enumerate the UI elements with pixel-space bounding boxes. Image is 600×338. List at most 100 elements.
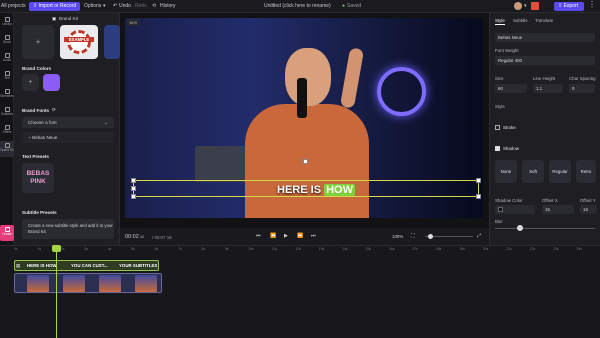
rail-filters[interactable]: Filters [0,123,14,139]
blur-slider[interactable] [495,228,595,229]
tab-subtitle[interactable]: Subtitle [513,18,528,23]
caption-track[interactable]: HERE IS HOW YOU CAN CUST... YOUR SUBTITL… [14,260,159,271]
saved-icon: ● [342,3,346,9]
skip-forward-icon[interactable]: ⏭ [311,233,316,239]
avatar-chevron-icon[interactable]: ▾ [524,3,527,9]
ruler-tick: 10s [248,247,254,251]
import-record-button[interactable]: ⇪ Import or Record [29,2,81,11]
undo-icon[interactable]: ↶ [113,3,117,9]
font-weight-dropdown[interactable]: Regular 400 [495,56,595,65]
rail-stock[interactable]: Stock [0,33,14,49]
resize-handle[interactable] [131,178,136,183]
ruler-tick: 18s [435,247,442,251]
rail-text[interactable]: Text [0,69,14,85]
tab-translate[interactable]: Translate [535,18,553,23]
blur-slider-thumb[interactable] [517,225,523,231]
fast-forward-icon[interactable]: ⏩ [297,233,303,239]
ruler-tick: 12s [295,247,301,251]
notifications-icon[interactable] [531,2,539,10]
shadow-color-swatch [498,207,503,213]
brand-fonts-heading: Brand Fonts [22,108,50,113]
ruler-tick: 15s [365,247,372,251]
tab-style[interactable]: Style [495,18,505,25]
blur-label: Blur [495,219,503,224]
stroke-checkbox[interactable] [495,125,500,130]
video-track[interactable] [14,273,162,293]
rewind-icon[interactable]: ⏪ [270,233,276,239]
brand-kit-panel: Brand Kit ▣ + EXAMPLE Brand Colors + Bra… [14,13,120,245]
char-spacing-label: Char Spacing [569,76,596,81]
timeline-ruler[interactable]: 0s 1s 2s 3s 4s 5s 6s 7s 8s 9s 10s 11s 12s 13s 14s 15s 16… [14,246,600,254]
aspect-ratio-tag[interactable]: 16:9 [127,19,139,26]
shadow-none-button[interactable]: None [495,160,517,183]
subtitle-preset-hint[interactable]: Create a new subtitle style and add it t… [22,219,114,239]
fullscreen-icon[interactable]: ⛶ [411,233,415,239]
resize-handle[interactable] [131,194,136,199]
add-color-button[interactable]: + [22,74,39,91]
rail-audio[interactable]: Audio [0,51,14,67]
video-thumbnail [63,275,85,292]
all-projects-link[interactable]: All projects [1,3,25,9]
logo-example-label: EXAMPLE [64,37,94,42]
font-item[interactable]: ◔ Bebas Neue [22,132,114,143]
logo-example-tile[interactable]: EXAMPLE [60,25,98,59]
resize-handle[interactable] [476,178,481,183]
ruler-tick: 23s [553,247,559,251]
expand-icon[interactable]: ⤢ [477,233,481,239]
text-preset-tile[interactable]: BEBAS PINK [22,163,54,193]
size-input[interactable]: 60 [495,84,527,93]
offset-x-input[interactable]: 15 [542,205,574,214]
redo-button[interactable]: Redo [135,3,147,9]
saved-status: Saved [347,3,362,9]
caption-segment[interactable]: YOU CAN CUST... [71,263,108,268]
rail-library[interactable]: Library [0,15,14,31]
resize-handle[interactable] [476,194,481,199]
avatar[interactable] [514,2,522,10]
ruler-tick: 4s [107,247,112,251]
shadow-retro-button[interactable]: Retro [576,160,596,183]
shadow-regular-button[interactable]: Regular [549,160,571,183]
ruler-tick: 0s [14,247,18,251]
playhead-handle[interactable] [52,245,61,252]
shadow-checkbox[interactable] [495,146,500,151]
rotate-handle[interactable] [303,159,308,164]
export-button[interactable]: ⇧ Export [554,2,584,11]
undo-button[interactable]: Undo [119,3,131,9]
rail-subtitles[interactable]: Subtitles [0,105,14,121]
history-icon[interactable]: ⟲ [152,3,156,9]
brand-color-swatch[interactable] [43,74,60,91]
add-logo-button[interactable]: + [22,25,54,59]
offset-y-input[interactable]: 15 [580,205,597,214]
shadow-soft-button[interactable]: Soft [522,160,544,183]
person-head [285,48,331,106]
ruler-tick: 7s [178,247,182,251]
choose-font-dropdown[interactable]: Choose a font ⌄ [22,117,114,128]
skip-back-icon[interactable]: ⏮ [256,233,261,239]
caption-segment[interactable]: YOUR SUBTITLES [119,263,157,268]
more-menu-icon[interactable]: ⋮ [588,1,596,9]
logo-tile-partial[interactable] [104,25,120,59]
text-presets-heading: Text Presets [22,154,49,159]
size-label: Size [495,76,504,81]
current-time: 00:02 06 [125,234,145,240]
shadow-color-picker[interactable] [495,205,535,214]
brand-colors-heading: Brand Colors [22,66,52,71]
zoom-level[interactable]: 100% [392,234,403,239]
caption-segment[interactable]: HERE IS HOW [27,263,57,268]
rail-brand-kit[interactable]: Brand Kit [0,141,14,157]
resize-handle[interactable] [131,186,136,191]
upload-font-icon[interactable]: ⟳ [52,107,56,113]
play-icon[interactable]: ▶ [284,233,288,239]
history-button[interactable]: History [160,3,176,9]
options-menu[interactable]: Options [84,3,101,9]
zoom-slider-thumb[interactable] [428,234,433,239]
project-title[interactable]: Untitled (click here to rename) [264,3,331,9]
rail-create-button[interactable]: Create [0,225,14,241]
shadow-color-label: Shadow Color [495,198,523,203]
font-dropdown[interactable]: Bebas Neue [495,33,595,42]
playhead[interactable] [56,246,57,338]
caption-selection-box[interactable] [131,159,481,199]
char-spacing-input[interactable]: 0 [569,84,595,93]
line-height-input[interactable]: 1.1 [533,84,563,93]
rail-elements[interactable]: Elements [0,87,14,103]
